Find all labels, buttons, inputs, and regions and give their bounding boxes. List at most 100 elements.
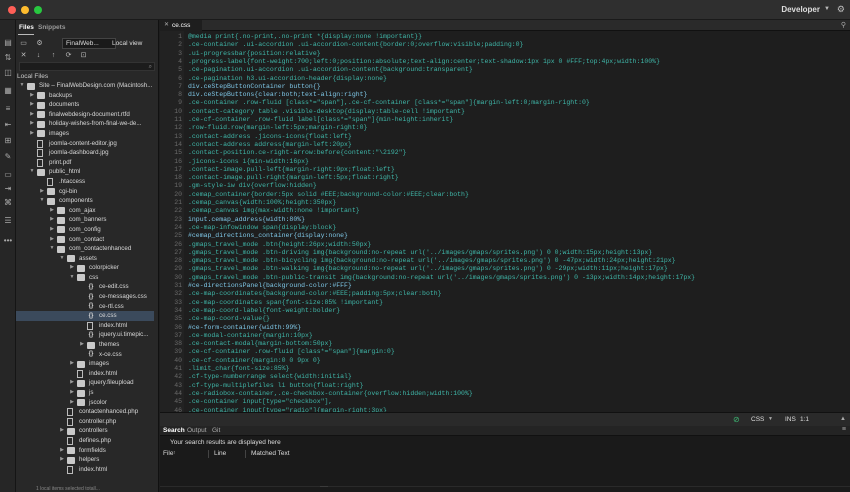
code-line[interactable]: #ce-directionsPanel{background-color:#FF… <box>188 282 352 290</box>
tab-snippets[interactable]: Snippets <box>38 24 65 31</box>
chevron-right-icon[interactable]: ▶ <box>59 446 65 456</box>
chevron-down-icon[interactable]: ▼ <box>29 167 35 177</box>
code-line[interactable]: #cemap_directions_container{display:none… <box>188 232 348 240</box>
chevron-right-icon[interactable]: ▶ <box>69 378 75 388</box>
code-line[interactable]: .cemap_canvas img{max-width:none !import… <box>188 207 360 215</box>
tree-folder-row[interactable]: ▶ holiday-wishes-from-final-we-de... <box>16 119 154 129</box>
tree-file-row[interactable]: .htaccess <box>16 177 154 187</box>
panel-resize-handle[interactable]: ···· <box>160 484 850 492</box>
chevron-right-icon[interactable]: ▶ <box>39 187 45 197</box>
chevron-down-icon[interactable]: ▼ <box>768 416 773 422</box>
code-line[interactable]: #ce-form-container{width:99%} <box>188 324 301 332</box>
code-line[interactable]: .contact-image.pull-right{margin-left:5p… <box>188 174 399 182</box>
tree-file-row[interactable]: joomla-dashboard.jpg <box>16 148 154 158</box>
tree-file-row[interactable]: {} ce-rtl.css <box>16 302 154 312</box>
code-line[interactable]: .gmaps_travel_mode .btn-walking img{back… <box>188 265 668 273</box>
tree-file-row[interactable]: joomla-content-editor.jpg <box>16 139 154 149</box>
comment-icon[interactable]: ▭ <box>3 170 13 180</box>
code-line[interactable]: .ce-contact-modal{margin-bottom:50px} <box>188 340 332 348</box>
chevron-down-icon[interactable]: ▼ <box>39 196 45 206</box>
tree-folder-row[interactable]: ▼ assets <box>16 254 154 264</box>
code-line[interactable]: .ce-map-coordinates{background-color:#EE… <box>188 290 442 298</box>
sort-icon[interactable]: ↑ <box>173 450 176 456</box>
get-files-icon[interactable]: ↓ <box>34 51 43 60</box>
code-line[interactable]: .contact-address .jicons-icons{float:lef… <box>188 133 352 141</box>
code-line[interactable]: div.ceStepButtonContainer button{} <box>188 83 321 91</box>
code-line[interactable]: .ce-cf-container .row-fluid label[class*… <box>188 116 453 124</box>
tree-folder-row[interactable]: ▶ jquery.fileupload <box>16 378 154 388</box>
tree-folder-row[interactable]: ▶ com_banners <box>16 215 154 225</box>
view-select[interactable]: Local view <box>109 38 157 49</box>
collapse-icon[interactable]: ⇤ <box>3 120 13 130</box>
code-line[interactable]: .ce-cf-container{margin:0 0 9px 0} <box>188 357 321 365</box>
code-line[interactable]: .cemap_container{border:5px solid #EEE;b… <box>188 191 469 199</box>
code-line[interactable]: .ce-container .ui-accordion .ui-accordio… <box>188 41 523 49</box>
tree-folder-row[interactable]: ▶ images <box>16 359 154 369</box>
code-line[interactable]: .ce-cf-container .row-fluid [class*="spa… <box>188 348 395 356</box>
code-line[interactable]: .ce-radiobox-container,.ce-checkbox-cont… <box>188 390 473 398</box>
tree-folder-row[interactable]: ▶ themes <box>16 340 154 350</box>
column-line[interactable]: Line <box>214 450 226 457</box>
code-line[interactable]: .cf-type-multiplefiles li button{float:r… <box>188 382 364 390</box>
tree-file-row[interactable]: index.html <box>16 321 154 331</box>
chevron-right-icon[interactable]: ▶ <box>49 206 55 216</box>
chevron-right-icon[interactable]: ▶ <box>29 91 35 101</box>
tab-git[interactable]: Git <box>212 427 220 434</box>
settings-icon[interactable]: ⚙ <box>35 39 44 48</box>
more-tools-icon[interactable]: ••• <box>3 236 13 246</box>
snippet-icon[interactable]: ☰ <box>3 216 13 226</box>
tree-file-row[interactable]: index.html <box>16 465 154 475</box>
code-line[interactable]: .row-fluid.row{margin-left:5px;margin-ri… <box>188 124 367 132</box>
chevron-right-icon[interactable]: ▶ <box>59 426 65 436</box>
connect-icon[interactable]: ✕ <box>19 51 28 60</box>
code-line[interactable]: .ce-pagination h3.ui-accordion-header{di… <box>188 75 387 83</box>
tree-folder-row[interactable]: ▼ css <box>16 273 154 283</box>
tree-folder-row[interactable]: ▼ public_html <box>16 167 154 177</box>
panel-menu-icon[interactable]: ≡ <box>842 426 846 433</box>
code-line[interactable]: .jicons-icons i{min-width:16px} <box>188 158 309 166</box>
workspace-switcher[interactable]: Developer <box>781 5 820 14</box>
chevron-right-icon[interactable]: ▶ <box>29 119 35 129</box>
code-line[interactable]: input.cemap_address{width:80%} <box>188 216 305 224</box>
code-line[interactable]: .cf-type-numberrange select{width:initia… <box>188 373 352 381</box>
code-line[interactable]: .contact-address address{margin-left:20p… <box>188 141 352 149</box>
tree-folder-row[interactable]: ▶ helpers <box>16 455 154 465</box>
code-line[interactable]: .progress-label{font-weight:700;left:0;p… <box>188 58 660 66</box>
tree-file-row[interactable]: {} ce-messages.css <box>16 292 154 302</box>
tree-folder-row[interactable]: ▶ cgi-bin <box>16 187 154 197</box>
code-line[interactable]: .limit_char{font-size:85%} <box>188 365 289 373</box>
chevron-right-icon[interactable]: ▶ <box>49 235 55 245</box>
tree-file-row[interactable]: print.pdf <box>16 158 154 168</box>
code-line[interactable]: .ui-progressbar{position:relative} <box>188 50 321 58</box>
code-line[interactable]: .gmaps_travel_mode .btn-public-transit i… <box>188 274 695 282</box>
files-search-input[interactable]: ⌕ <box>19 62 155 71</box>
code-line[interactable]: .contact-image.pull-left{margin-right:9p… <box>188 166 395 174</box>
code-line[interactable]: .cemap_canvas{width:100%;height:350px} <box>188 199 336 207</box>
chevron-right-icon[interactable]: ▶ <box>79 340 85 350</box>
chevron-right-icon[interactable]: ▶ <box>49 215 55 225</box>
tree-file-row[interactable]: {} ce-edit.css <box>16 282 154 292</box>
zoom-window-button[interactable] <box>34 6 42 14</box>
tree-file-row[interactable]: index.html <box>16 369 154 379</box>
insert-mode[interactable]: INS <box>785 416 796 423</box>
files-panel-icon[interactable]: ▦ <box>3 86 13 96</box>
tree-file-row[interactable]: defines.php <box>16 436 154 446</box>
tree-folder-row[interactable]: ▶ documents <box>16 100 154 110</box>
tree-folder-row[interactable]: ▶ images <box>16 129 154 139</box>
file-management-icon[interactable]: ⇅ <box>3 53 13 63</box>
expand-icon[interactable]: ⊡ <box>79 51 88 60</box>
tree-file-row[interactable]: {} ce.css <box>16 311 154 321</box>
grip-icon[interactable]: ···· <box>320 484 328 490</box>
document-tab[interactable]: ✕ ce.css <box>160 20 202 31</box>
chevron-right-icon[interactable]: ▶ <box>49 225 55 235</box>
site-icon[interactable]: ▭ <box>19 39 28 48</box>
code-hint-icon[interactable]: ⌘ <box>3 198 13 208</box>
code-line[interactable]: div.ceStepButtons{clear:both;text-align:… <box>188 91 367 99</box>
chevron-right-icon[interactable]: ▶ <box>29 100 35 110</box>
expand-panel-icon[interactable]: ▲ <box>840 416 846 422</box>
brush-icon[interactable]: ✎ <box>3 152 13 162</box>
code-line[interactable]: .ce-container input[type="checkbox"], <box>188 398 332 406</box>
tree-file-row[interactable]: controller.php <box>16 417 154 427</box>
tree-file-row[interactable]: contactenhanced.php <box>16 407 154 417</box>
tree-folder-row[interactable]: ▼ com_contactenhanced <box>16 244 154 254</box>
